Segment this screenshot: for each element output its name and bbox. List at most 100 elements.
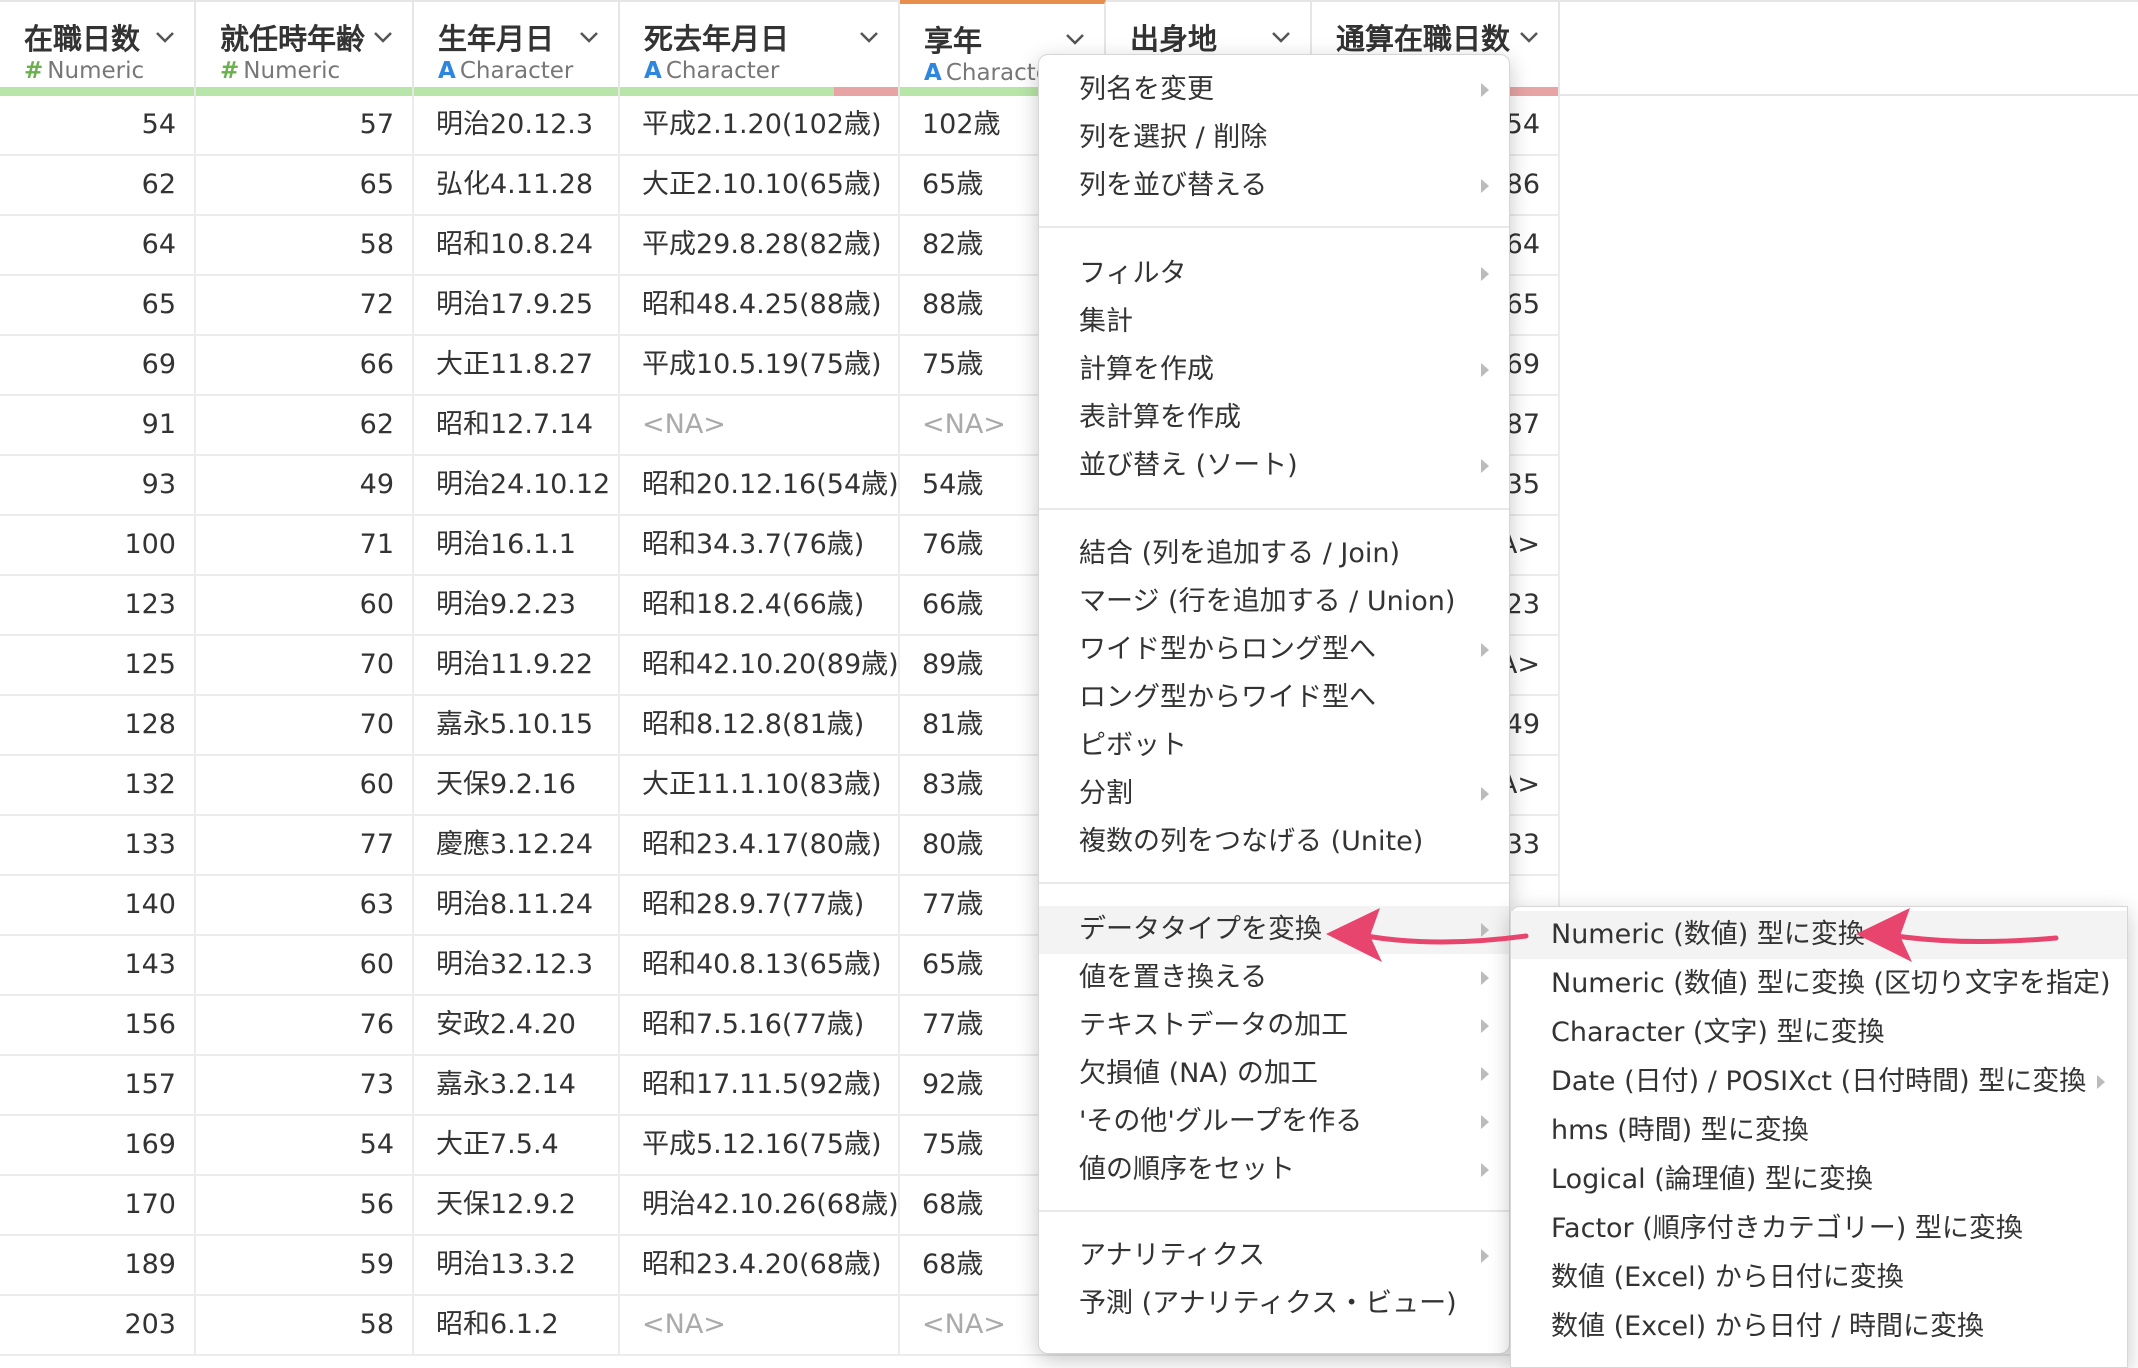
table-cell[interactable]: 大正7.5.4 (414, 1116, 620, 1174)
submenu-item[interactable]: 数値 (Excel) から日付 / 時間に変換 (1511, 1303, 2127, 1351)
table-cell[interactable]: 昭和42.10.20(89歳) (620, 636, 900, 694)
table-cell[interactable]: 189 (0, 1236, 196, 1294)
column-header[interactable]: 生年月日 A Character (414, 0, 620, 96)
table-cell[interactable]: 安政2.4.20 (414, 996, 620, 1054)
table-cell[interactable]: 156 (0, 996, 196, 1054)
table-cell[interactable]: 昭和20.12.16(54歳) (620, 456, 900, 514)
table-cell[interactable]: 62 (0, 156, 196, 214)
table-cell[interactable]: 天保12.9.2 (414, 1176, 620, 1234)
table-cell[interactable]: 明治17.9.25 (414, 276, 620, 334)
menu-item[interactable]: 値の順序をセット (1039, 1146, 1509, 1194)
submenu-item[interactable]: 数値 (Excel) から日付に変換 (1511, 1254, 2127, 1302)
table-cell[interactable]: 明治32.12.3 (414, 936, 620, 994)
table-cell[interactable]: 128 (0, 696, 196, 754)
table-cell[interactable]: 弘化4.11.28 (414, 156, 620, 214)
menu-item[interactable]: 集計 (1039, 298, 1509, 346)
table-cell[interactable]: 明治13.3.2 (414, 1236, 620, 1294)
table-cell[interactable]: 49 (196, 456, 414, 514)
chevron-down-icon[interactable] (856, 24, 882, 50)
table-cell[interactable]: 平成5.12.16(75歳) (620, 1116, 900, 1174)
table-cell[interactable]: 60 (196, 756, 414, 814)
table-cell[interactable]: 169 (0, 1116, 196, 1174)
table-cell[interactable]: <NA> (620, 396, 900, 454)
table-cell[interactable]: 昭和28.9.7(77歳) (620, 876, 900, 934)
table-cell[interactable]: 71 (196, 516, 414, 574)
menu-item[interactable]: フィルタ (1039, 250, 1509, 298)
table-cell[interactable]: 70 (196, 696, 414, 754)
table-cell[interactable]: 59 (196, 1236, 414, 1294)
table-cell[interactable]: 昭和34.3.7(76歳) (620, 516, 900, 574)
table-cell[interactable]: 嘉永3.2.14 (414, 1056, 620, 1114)
table-cell[interactable]: 大正11.8.27 (414, 336, 620, 394)
menu-item[interactable]: 欠損値 (NA) の加工 (1039, 1050, 1509, 1098)
table-cell[interactable]: 昭和12.7.14 (414, 396, 620, 454)
table-cell[interactable]: 明治16.1.1 (414, 516, 620, 574)
table-cell[interactable]: 平成29.8.28(82歳) (620, 216, 900, 274)
column-header[interactable]: 就任時年齢 # Numeric (196, 0, 414, 96)
table-cell[interactable]: 66 (196, 336, 414, 394)
table-cell[interactable]: 70 (196, 636, 414, 694)
chevron-down-icon[interactable] (1516, 24, 1542, 50)
table-cell[interactable]: 大正11.1.10(83歳) (620, 756, 900, 814)
table-cell[interactable]: 56 (196, 1176, 414, 1234)
column-header[interactable]: 在職日数 # Numeric (0, 0, 196, 96)
menu-item[interactable]: マージ (行を追加する / Union) (1039, 578, 1509, 626)
table-cell[interactable]: 明治9.2.23 (414, 576, 620, 634)
table-cell[interactable]: 54 (0, 96, 196, 154)
submenu-item[interactable]: Factor (順序付きカテゴリー) 型に変換 (1511, 1205, 2127, 1253)
table-cell[interactable]: 123 (0, 576, 196, 634)
table-cell[interactable]: 昭和10.8.24 (414, 216, 620, 274)
menu-item[interactable]: ピボット (1039, 722, 1509, 770)
table-cell[interactable]: 77 (196, 816, 414, 874)
table-cell[interactable]: 132 (0, 756, 196, 814)
table-cell[interactable]: 73 (196, 1056, 414, 1114)
menu-item[interactable]: 予測 (アナリティクス・ビュー) (1039, 1280, 1509, 1328)
menu-item[interactable]: 列を並び替える (1039, 162, 1509, 210)
menu-item[interactable]: ワイド型からロング型へ (1039, 626, 1509, 674)
table-cell[interactable]: 58 (196, 216, 414, 274)
chevron-down-icon[interactable] (1268, 24, 1294, 50)
table-cell[interactable]: 93 (0, 456, 196, 514)
table-cell[interactable]: 明治42.10.26(68歳) (620, 1176, 900, 1234)
menu-item[interactable]: 列名を変更 (1039, 66, 1509, 114)
table-cell[interactable]: 明治20.12.3 (414, 96, 620, 154)
menu-item[interactable]: 列を選択 / 削除 (1039, 114, 1509, 162)
table-cell[interactable]: 64 (0, 216, 196, 274)
table-cell[interactable]: 大正2.10.10(65歳) (620, 156, 900, 214)
chevron-down-icon[interactable] (370, 24, 396, 50)
table-cell[interactable]: 170 (0, 1176, 196, 1234)
table-cell[interactable]: 昭和48.4.25(88歳) (620, 276, 900, 334)
menu-item[interactable]: 分割 (1039, 770, 1509, 818)
table-cell[interactable]: 60 (196, 936, 414, 994)
table-cell[interactable]: 133 (0, 816, 196, 874)
table-cell[interactable]: 91 (0, 396, 196, 454)
table-cell[interactable]: 143 (0, 936, 196, 994)
table-cell[interactable]: 平成2.1.20(102歳) (620, 96, 900, 154)
menu-item[interactable]: ロング型からワイド型へ (1039, 674, 1509, 722)
table-cell[interactable]: 140 (0, 876, 196, 934)
submenu-item[interactable]: hms (時間) 型に変換 (1511, 1107, 2127, 1155)
table-cell[interactable]: 明治11.9.22 (414, 636, 620, 694)
menu-item[interactable]: 表計算を作成 (1039, 394, 1509, 442)
table-cell[interactable]: 72 (196, 276, 414, 334)
submenu-item[interactable]: Logical (論理値) 型に変換 (1511, 1156, 2127, 1204)
table-cell[interactable]: 昭和6.1.2 (414, 1296, 620, 1354)
menu-item[interactable]: アナリティクス (1039, 1232, 1509, 1280)
table-cell[interactable]: 明治24.10.12 (414, 456, 620, 514)
table-cell[interactable]: 慶應3.12.24 (414, 816, 620, 874)
table-cell[interactable]: 54 (196, 1116, 414, 1174)
table-cell[interactable]: 69 (0, 336, 196, 394)
table-cell[interactable]: 60 (196, 576, 414, 634)
table-cell[interactable]: 65 (196, 156, 414, 214)
table-cell[interactable]: 昭和23.4.17(80歳) (620, 816, 900, 874)
table-cell[interactable]: 明治8.11.24 (414, 876, 620, 934)
chevron-down-icon[interactable] (152, 24, 178, 50)
menu-item[interactable]: 'その他'グループを作る (1039, 1098, 1509, 1146)
menu-item[interactable]: 複数の列をつなげる (Unite) (1039, 818, 1509, 866)
table-cell[interactable]: 昭和8.12.8(81歳) (620, 696, 900, 754)
table-cell[interactable]: 58 (196, 1296, 414, 1354)
table-cell[interactable]: 125 (0, 636, 196, 694)
chevron-down-icon[interactable] (1062, 26, 1088, 52)
submenu-item[interactable]: Date (日付) / POSIXct (日付時間) 型に変換 (1511, 1058, 2127, 1106)
table-cell[interactable]: 57 (196, 96, 414, 154)
